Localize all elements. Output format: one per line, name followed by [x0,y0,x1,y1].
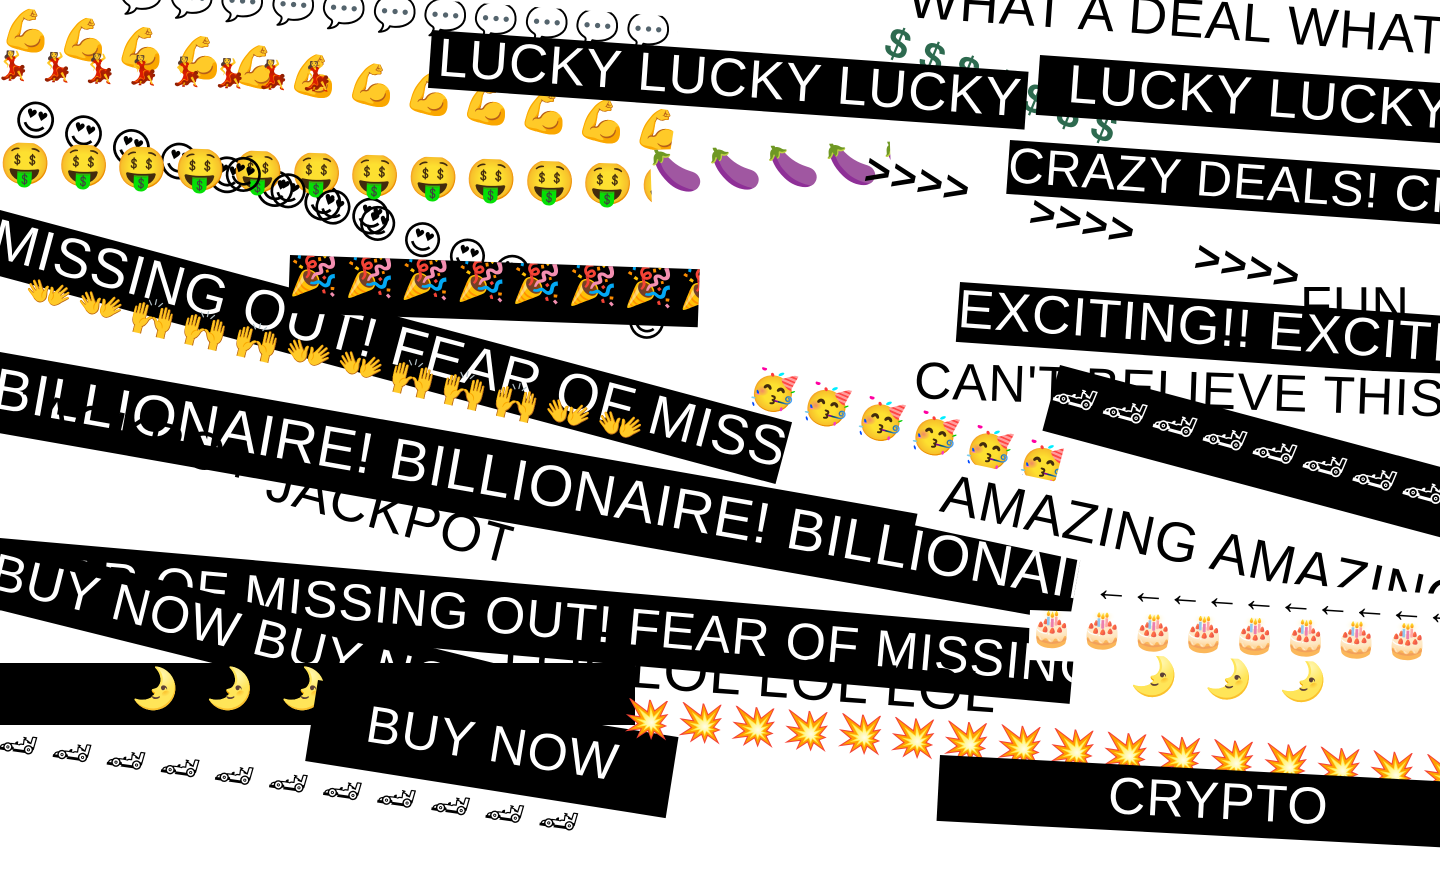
eggplant-strip: 🍆🍆🍆🍆🍆 [650,141,892,206]
arrows-strip-1: >>>> [860,148,976,216]
dancer-strip: 💃💃💃💃💃💃💃💃 [0,50,342,95]
collage-canvas: { "strips": [ {"name":"speech-bubble-str… [0,0,1440,858]
crescent-moon-strip-2: 🌛 🌛 🌛 [1127,655,1440,727]
